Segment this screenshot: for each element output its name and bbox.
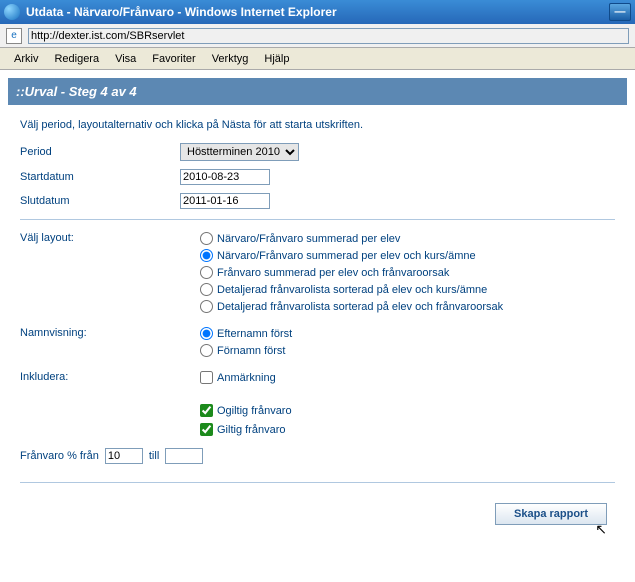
ie-globe-icon (4, 4, 20, 20)
label-startdatum: Startdatum (20, 171, 180, 183)
row-franvaro-pct: Frånvaro % från till (20, 448, 615, 464)
franvaro-to-input[interactable] (165, 448, 203, 464)
address-bar: e (0, 24, 635, 48)
row-inkludera: Inkludera: Anmärkning (20, 371, 615, 390)
menu-bar: Arkiv Redigera Visa Favoriter Verktyg Hj… (0, 48, 635, 70)
radio-layout-2[interactable]: Närvaro/Frånvaro summerad per elev och k… (200, 249, 503, 262)
menu-hjalp[interactable]: Hjälp (256, 51, 297, 67)
label-period: Period (20, 146, 180, 158)
panel-body: Välj period, layoutalternativ och klicka… (8, 105, 627, 533)
label-layout: Välj layout: (20, 232, 200, 244)
window-title: Utdata - Närvaro/Frånvaro - Windows Inte… (26, 5, 337, 19)
label-till: till (149, 450, 159, 462)
franvaro-from-input[interactable] (105, 448, 143, 464)
minimize-button[interactable]: — (609, 3, 631, 21)
namn-radio-group: Efternamn först Förnamn först (200, 327, 292, 357)
row-startdatum: Startdatum (20, 169, 615, 185)
address-input[interactable] (28, 28, 629, 44)
radio-layout-5[interactable]: Detaljerad frånvarolista sorterad på ele… (200, 300, 503, 313)
row-slutdatum: Slutdatum (20, 193, 615, 209)
menu-redigera[interactable]: Redigera (46, 51, 107, 67)
slutdatum-input[interactable] (180, 193, 270, 209)
row-layout: Välj layout: Närvaro/Frånvaro summerad p… (20, 232, 615, 313)
radio-fornamn[interactable]: Förnamn först (200, 344, 292, 357)
radio-layout-4[interactable]: Detaljerad frånvarolista sorterad på ele… (200, 283, 503, 296)
menu-favoriter[interactable]: Favoriter (144, 51, 203, 67)
label-namnvisning: Namnvisning: (20, 327, 200, 339)
separator-2 (20, 482, 615, 483)
label-franvaro-pct: Frånvaro % från (20, 450, 99, 462)
check-ogiltig[interactable]: Ogiltig frånvaro (200, 404, 615, 417)
layout-radio-group: Närvaro/Frånvaro summerad per elev Närva… (200, 232, 503, 313)
row-period: Period Höstterminen 2010 (20, 143, 615, 161)
menu-visa[interactable]: Visa (107, 51, 144, 67)
row-namnvisning: Namnvisning: Efternamn först Förnamn för… (20, 327, 615, 357)
label-slutdatum: Slutdatum (20, 195, 180, 207)
button-row: Skapa rapport ↖ (20, 495, 615, 525)
page-icon: e (6, 28, 22, 44)
startdatum-input[interactable] (180, 169, 270, 185)
radio-layout-1[interactable]: Närvaro/Frånvaro summerad per elev (200, 232, 503, 245)
separator-1 (20, 219, 615, 220)
menu-arkiv[interactable]: Arkiv (6, 51, 46, 67)
check-anmarkning[interactable]: Anmärkning (200, 371, 276, 384)
skapa-rapport-button[interactable]: Skapa rapport (495, 503, 607, 525)
menu-verktyg[interactable]: Verktyg (204, 51, 257, 67)
page-content: ::Urval - Steg 4 av 4 Välj period, layou… (0, 70, 635, 541)
radio-layout-3[interactable]: Frånvaro summerad per elev och frånvaroo… (200, 266, 503, 279)
check-giltig[interactable]: Giltig frånvaro (200, 423, 615, 436)
panel-title: ::Urval - Steg 4 av 4 (8, 78, 627, 105)
period-select[interactable]: Höstterminen 2010 (180, 143, 299, 161)
window-titlebar: Utdata - Närvaro/Frånvaro - Windows Inte… (0, 0, 635, 24)
instruction-text: Välj period, layoutalternativ och klicka… (20, 119, 615, 131)
radio-efternamn[interactable]: Efternamn först (200, 327, 292, 340)
label-inkludera: Inkludera: (20, 371, 200, 383)
